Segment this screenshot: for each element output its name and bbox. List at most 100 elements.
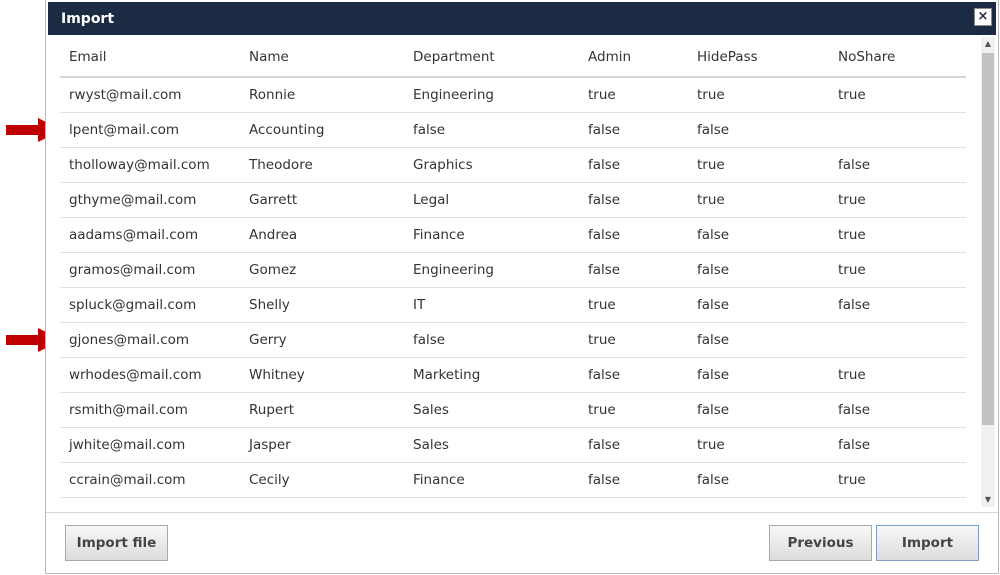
cell-admin: false <box>579 182 688 218</box>
cell-admin: false <box>579 427 688 463</box>
cell-name: Whitney <box>240 357 404 393</box>
table-row[interactable]: jwhite@mail.com Jasper Sales false true false <box>60 427 966 463</box>
table-row[interactable]: ccrain@mail.com Cecily Finance false false tr… <box>60 462 966 498</box>
cell-hidepass: false <box>688 252 829 288</box>
cell-admin: true <box>579 77 688 113</box>
vertical-scrollbar[interactable]: ▲ ▼ <box>981 37 995 507</box>
chevron-up-icon[interactable]: ▲ <box>981 37 995 51</box>
column-header-name[interactable]: Name <box>240 37 404 78</box>
cell-hidepass: false <box>688 287 829 323</box>
import-file-button[interactable]: Import file <box>65 525 168 561</box>
cell-email: ccrain@mail.com <box>60 462 240 498</box>
table-row[interactable]: wrhodes@mail.com Whitney Marketing false fal… <box>60 357 966 393</box>
cell-email: aadams@mail.com <box>60 217 240 253</box>
dialog-footer: Import file Previous Import <box>46 512 998 573</box>
cell-noshare: true <box>829 462 966 498</box>
cell-name: Ronnie <box>240 77 404 113</box>
cell-admin: false <box>579 147 688 183</box>
table-header-row: Email Name Department Admin HidePass NoS… <box>60 37 966 78</box>
cell-department: Finance <box>404 217 579 253</box>
cell-department: Engineering <box>404 77 579 113</box>
cell-name: Accounting <box>240 112 404 148</box>
table-row[interactable]: gjones@mail.com Gerry false true false <box>60 322 966 358</box>
table-row[interactable]: aadams@mail.com Andrea Finance false false tr… <box>60 217 966 253</box>
table-row[interactable]: gramos@mail.com Gomez Engineering false fals… <box>60 252 966 288</box>
cell-noshare: false <box>829 392 966 428</box>
cell-email: lpent@mail.com <box>60 112 240 148</box>
cell-email: gramos@mail.com <box>60 252 240 288</box>
cell-noshare: true <box>829 252 966 288</box>
cell-noshare <box>829 322 966 358</box>
dialog-titlebar[interactable]: Import × <box>48 2 996 35</box>
column-header-email[interactable]: Email <box>60 37 240 78</box>
table-row[interactable]: gthyme@mail.com Garrett Legal false true true <box>60 182 966 218</box>
cell-admin: true <box>579 287 688 323</box>
cell-email: jwhite@mail.com <box>60 427 240 463</box>
cell-department: Graphics <box>404 147 579 183</box>
table-row[interactable]: lpent@mail.com Accounting false false false <box>60 112 966 148</box>
previous-button[interactable]: Previous <box>769 525 872 561</box>
cell-hidepass: false <box>688 217 829 253</box>
cell-admin: false <box>579 462 688 498</box>
import-table: Email Name Department Admin HidePass NoS… <box>60 37 966 498</box>
cell-name: Gerry <box>240 322 404 358</box>
chevron-down-icon[interactable]: ▼ <box>981 493 995 507</box>
cell-hidepass: true <box>688 182 829 218</box>
table-row[interactable]: tholloway@mail.com Theodore Graphics false t… <box>60 147 966 183</box>
dialog-title: Import <box>61 11 115 27</box>
cell-admin: true <box>579 392 688 428</box>
cell-department: Legal <box>404 182 579 218</box>
column-header-admin[interactable]: Admin <box>579 37 688 78</box>
import-table-container: Email Name Department Admin HidePass NoS… <box>60 37 982 505</box>
cell-department: Sales <box>404 427 579 463</box>
cell-noshare <box>829 112 966 148</box>
cell-noshare: true <box>829 357 966 393</box>
cell-admin: false <box>579 217 688 253</box>
table-row[interactable]: spluck@gmail.com Shelly IT true false false <box>60 287 966 323</box>
cell-admin: false <box>579 357 688 393</box>
cell-noshare: true <box>829 182 966 218</box>
cell-email: rsmith@mail.com <box>60 392 240 428</box>
cell-hidepass: false <box>688 112 829 148</box>
cell-noshare: false <box>829 147 966 183</box>
close-icon: × <box>977 9 989 24</box>
column-header-hidepass[interactable]: HidePass <box>688 37 829 78</box>
cell-department: Marketing <box>404 357 579 393</box>
cell-email: gjones@mail.com <box>60 322 240 358</box>
cell-noshare: true <box>829 77 966 113</box>
cell-department: Finance <box>404 462 579 498</box>
scrollbar-thumb[interactable] <box>982 53 994 425</box>
cell-noshare: false <box>829 287 966 323</box>
cell-hidepass: false <box>688 462 829 498</box>
cell-email: gthyme@mail.com <box>60 182 240 218</box>
cell-name: Gomez <box>240 252 404 288</box>
close-button[interactable]: × <box>974 8 992 26</box>
cell-email: wrhodes@mail.com <box>60 357 240 393</box>
cell-admin: true <box>579 322 688 358</box>
cell-email: tholloway@mail.com <box>60 147 240 183</box>
cell-department: false <box>404 322 579 358</box>
cell-department: Engineering <box>404 252 579 288</box>
cell-name: Andrea <box>240 217 404 253</box>
table-row[interactable]: rwyst@mail.com Ronnie Engineering true true t… <box>60 77 966 113</box>
cell-hidepass: false <box>688 357 829 393</box>
cell-department: false <box>404 112 579 148</box>
cell-hidepass: true <box>688 77 829 113</box>
cell-email: spluck@gmail.com <box>60 287 240 323</box>
cell-department: Sales <box>404 392 579 428</box>
cell-admin: false <box>579 112 688 148</box>
cell-hidepass: false <box>688 392 829 428</box>
table-body: rwyst@mail.com Ronnie Engineering true true t… <box>60 77 966 498</box>
cell-email: rwyst@mail.com <box>60 77 240 113</box>
cell-name: Jasper <box>240 427 404 463</box>
column-header-department[interactable]: Department <box>404 37 579 78</box>
import-dialog: Import × Email Name Department Admin Hid… <box>45 0 999 574</box>
cell-name: Cecily <box>240 462 404 498</box>
cell-name: Rupert <box>240 392 404 428</box>
cell-hidepass: true <box>688 147 829 183</box>
table-row[interactable]: rsmith@mail.com Rupert Sales true false false <box>60 392 966 428</box>
import-button[interactable]: Import <box>876 525 979 561</box>
cell-admin: false <box>579 252 688 288</box>
column-header-noshare[interactable]: NoShare <box>829 37 966 78</box>
cell-hidepass: false <box>688 322 829 358</box>
